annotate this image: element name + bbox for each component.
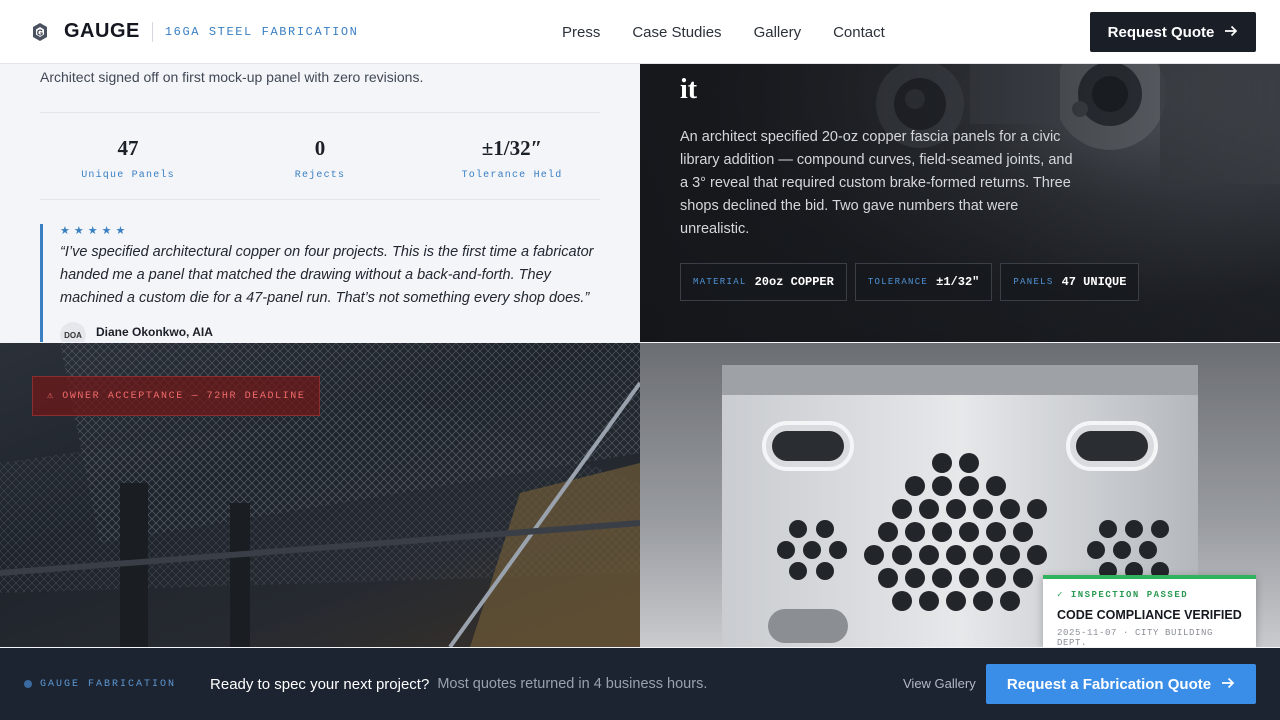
case-summary: Architect signed off on first mock-up pa… xyxy=(40,69,424,85)
gallery-photo-mesh[interactable]: ⚠ OWNER ACCEPTANCE — 72HR DEADLINE xyxy=(0,343,640,647)
stat-unique-panels: 47 Unique Panels xyxy=(40,136,216,181)
stat-label: Tolerance Held xyxy=(461,170,563,181)
stat-value: 0 xyxy=(314,136,326,160)
brand-divider xyxy=(151,21,153,42)
nav-contact[interactable]: Contact xyxy=(833,24,885,41)
chip-key: MATERIAL xyxy=(693,277,747,287)
request-quote-label: Request Quote xyxy=(1107,23,1215,41)
footer-subline: Most quotes returned in 4 business hours… xyxy=(437,676,708,692)
testimonial-author: DOA Diane Okonkwo, AIA xyxy=(60,322,610,342)
gauge-logo-icon: G xyxy=(30,22,50,42)
stat-value: 47 xyxy=(117,136,139,160)
testimonial: ★★★★★ “I’ve specified architectural copp… xyxy=(40,224,610,342)
chip-panels: PANELS 47 UNIQUE xyxy=(1000,263,1140,301)
gallery-photo-enclosure[interactable]: ✓ INSPECTION PASSED CODE COMPLIANCE VERI… xyxy=(640,343,1280,647)
logo[interactable]: G GAUGE 16GA STEEL FABRICATION xyxy=(30,20,358,43)
stat-label: Rejects xyxy=(294,170,346,181)
sticky-cta-bar: GAUGE FABRICATION Ready to spec your nex… xyxy=(0,648,1280,720)
stat-value: ±1/32″ xyxy=(481,136,543,160)
chip-key: TOLERANCE xyxy=(867,277,929,287)
divider xyxy=(40,112,600,113)
chip-value: 20oz COPPER xyxy=(754,275,834,289)
rating-stars: ★★★★★ xyxy=(60,225,130,237)
chip-value: 47 UNIQUE xyxy=(1061,275,1127,289)
nav-gallery[interactable]: Gallery xyxy=(754,24,802,41)
case-study-panel: Architect signed off on first mock-up pa… xyxy=(0,64,640,342)
chip-tolerance: TOLERANCE ±1/32" xyxy=(854,263,993,301)
arrow-right-icon xyxy=(1221,676,1235,693)
testimonial-quote: “I’ve specified architectural copper on … xyxy=(60,244,594,306)
request-fabrication-quote-label: Request a Fabrication Quote xyxy=(1006,675,1212,693)
chip-material: MATERIAL 20oz COPPER xyxy=(680,263,847,301)
status-dot-icon xyxy=(24,680,32,688)
inspection-title: CODE COMPLIANCE VERIFIED xyxy=(1057,608,1242,622)
footer-brand: GAUGE FABRICATION xyxy=(40,678,177,690)
stat-tolerance: ±1/32″ Tolerance Held xyxy=(424,136,600,181)
avatar: DOA xyxy=(60,322,86,342)
view-gallery-link[interactable]: View Gallery xyxy=(903,676,976,691)
feature-panel: it An architect specified 20-oz copper f… xyxy=(640,64,1280,342)
stat-label: Unique Panels xyxy=(81,170,175,181)
chip-value: ±1/32" xyxy=(936,275,980,289)
deadline-alert: ⚠ OWNER ACCEPTANCE — 72HR DEADLINE xyxy=(32,376,321,416)
brand-tagline: 16GA STEEL FABRICATION xyxy=(164,24,359,39)
feature-title: it xyxy=(680,74,698,105)
feature-body: An architect specified 20-oz copper fasc… xyxy=(680,129,1073,237)
request-fabrication-quote-button[interactable]: Request a Fabrication Quote xyxy=(986,664,1256,704)
chip-key: PANELS xyxy=(1013,277,1054,287)
nav-press[interactable]: Press xyxy=(562,24,600,41)
divider xyxy=(40,199,600,200)
arrow-right-icon xyxy=(1224,24,1238,41)
footer-headline: Ready to spec your next project? xyxy=(210,675,430,693)
site-header: G GAUGE 16GA STEEL FABRICATION Press Cas… xyxy=(0,0,1280,64)
svg-text:G: G xyxy=(37,28,43,37)
inspection-card: ✓ INSPECTION PASSED CODE COMPLIANCE VERI… xyxy=(1043,575,1256,647)
inspection-tag: ✓ INSPECTION PASSED xyxy=(1057,590,1189,600)
main-nav: Press Case Studies Gallery Contact xyxy=(562,0,885,64)
request-quote-button[interactable]: Request Quote xyxy=(1090,12,1256,52)
brand-name: GAUGE xyxy=(64,20,140,42)
author-name: Diane Okonkwo, AIA xyxy=(96,325,213,339)
stat-rejects: 0 Rejects xyxy=(232,136,408,181)
spec-chips: MATERIAL 20oz COPPER TOLERANCE ±1/32" PA… xyxy=(680,263,1140,301)
nav-case-studies[interactable]: Case Studies xyxy=(632,24,721,41)
inspection-meta: 2025-11-07 · CITY BUILDING DEPT. xyxy=(1057,628,1214,647)
